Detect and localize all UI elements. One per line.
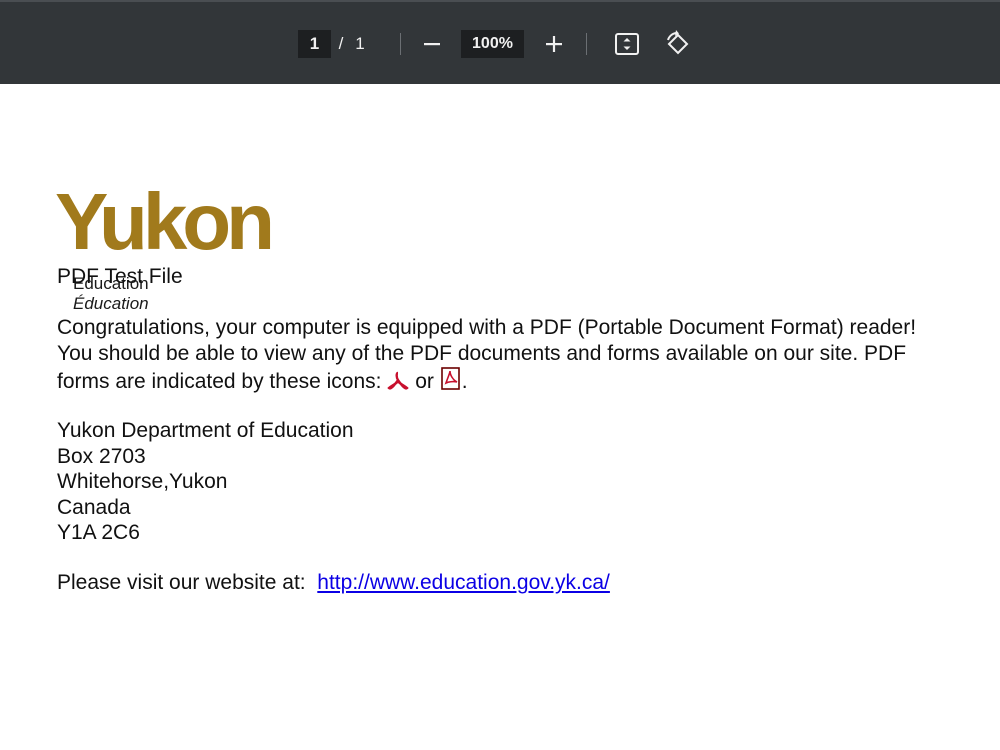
fit-to-page-button[interactable] <box>612 30 642 58</box>
yukon-education-logo: Yukon Education Éducation <box>55 182 285 317</box>
intro-text: Congratulations, your computer is equipp… <box>57 316 917 393</box>
paragraph-period: . <box>461 370 468 393</box>
or-text: or <box>415 370 434 393</box>
toolbar-divider <box>586 33 587 55</box>
page-number-input[interactable]: 1 <box>298 30 331 58</box>
logo-line-education-fr: Éducation <box>73 294 149 313</box>
address-line: Box 2703 <box>57 444 146 468</box>
intro-paragraph: Congratulations, your computer is equipp… <box>57 315 937 398</box>
zoom-in-button[interactable] <box>541 30 567 58</box>
pdf-page: Yukon Education Éducation <box>0 84 1000 750</box>
address-block: Yukon Department of Education Box 2703 W… <box>57 418 354 546</box>
rotate-icon <box>667 30 689 55</box>
page-separator: / <box>338 34 344 53</box>
pdf-toolbar: 1 / 1 100% <box>0 0 1000 84</box>
fit-page-icon <box>615 33 639 55</box>
plus-icon <box>546 36 562 52</box>
address-line: Whitehorse,Yukon <box>57 470 228 493</box>
toolbar-divider <box>400 33 401 55</box>
zoom-out-button[interactable] <box>419 30 445 58</box>
website-line: Please visit our website at: http://www.… <box>57 570 610 596</box>
visit-label: Please visit our website at: <box>57 571 306 594</box>
address-line: Canada <box>57 495 131 519</box>
document-title: PDF Test File <box>57 265 183 288</box>
rotate-button[interactable] <box>662 29 694 59</box>
acrobat-icon <box>387 371 410 398</box>
zoom-level-input[interactable]: 100% <box>461 30 524 58</box>
website-link[interactable]: http://www.education.gov.yk.ca/ <box>317 571 610 594</box>
address-line: Y1A 2C6 <box>57 521 140 544</box>
logo-wordmark: Yukon <box>55 177 275 266</box>
address-line: Yukon Department of Education <box>57 419 354 442</box>
pdf-document-icon <box>440 367 462 398</box>
minus-icon <box>424 43 440 46</box>
total-pages: 1 <box>355 34 365 53</box>
